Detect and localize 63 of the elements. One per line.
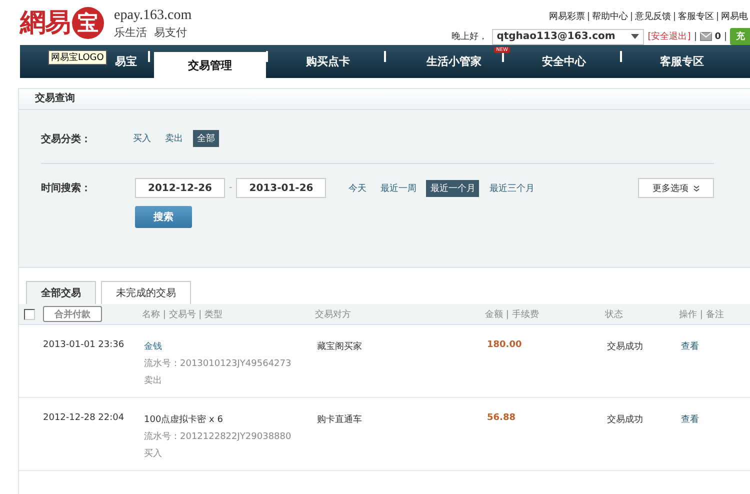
- nav-tab[interactable]: 客服专区: [626, 45, 738, 78]
- category-option[interactable]: 卖出: [161, 130, 187, 147]
- nav-tab[interactable]: 生活小管家: [418, 45, 490, 78]
- date-preset[interactable]: 今天: [344, 180, 370, 196]
- column-header: 交易对方: [315, 310, 351, 320]
- trade-type: 卖出: [144, 374, 163, 387]
- amount: 180.00: [487, 340, 522, 350]
- logo-wordmark: 網易: [20, 7, 70, 39]
- column-header: 操作 | 备注: [679, 310, 724, 320]
- category-option[interactable]: 买入: [129, 130, 155, 147]
- slogan: 乐生活 易支付: [114, 25, 188, 40]
- nav-tab[interactable]: 购买点卡: [272, 45, 384, 78]
- account-dropdown[interactable]: qtghao113@163.com: [492, 28, 644, 44]
- more-options-button[interactable]: 更多选项: [638, 178, 714, 198]
- nav-tab[interactable]: 易宝: [104, 45, 148, 78]
- date-preset[interactable]: 最近一周: [376, 180, 420, 196]
- status: 交易成功: [607, 342, 643, 352]
- serial-number: 流水号：2012122822JY29038880: [144, 430, 292, 443]
- site-domain: epay.163.com: [114, 8, 192, 24]
- view-link[interactable]: 查看: [681, 413, 699, 426]
- greeting: 晚上好，: [452, 30, 488, 43]
- category-option[interactable]: 全部: [193, 130, 219, 147]
- field-label: 时间搜索：: [41, 182, 92, 195]
- view-link[interactable]: 查看: [681, 340, 699, 353]
- mail-icon: [700, 32, 712, 41]
- chevron-icon: [692, 184, 700, 192]
- status: 交易成功: [607, 415, 643, 425]
- item-name[interactable]: 金钱: [144, 340, 317, 353]
- date-preset[interactable]: 最近三个月: [485, 180, 538, 196]
- top-link[interactable]: 网易彩票: [549, 10, 585, 23]
- date-field[interactable]: 2012-12-26: [135, 178, 225, 198]
- date-field[interactable]: 2013-01-26: [236, 178, 326, 198]
- field-label: 交易分类：: [41, 132, 92, 146]
- top-link[interactable]: 客服专区: [678, 10, 714, 23]
- item-name: 100点虚拟卡密 x 6: [144, 414, 224, 426]
- top-link[interactable]: 帮助中心: [592, 10, 628, 23]
- checkbox[interactable]: [24, 308, 35, 320]
- caret-icon: [630, 34, 639, 39]
- logout-link[interactable]: [安全退出]: [648, 30, 691, 43]
- serial-number: 流水号：2013010123JY49564273: [144, 358, 292, 370]
- nav-tab[interactable]: 安全中心: [508, 45, 620, 78]
- nav-tab[interactable]: 交易管理: [154, 52, 266, 78]
- panel-title: 交易查询: [19, 89, 750, 110]
- tooltip: 网易宝LOGO: [48, 50, 107, 65]
- column-header: 金额 | 手续费: [485, 310, 539, 320]
- table-cell-text: 2013-01-01 23:36: [42, 340, 126, 350]
- table-cell: 藏宝阁买家: [317, 342, 362, 352]
- top-link[interactable]: 网易电: [721, 10, 748, 23]
- merge-pay-button[interactable]: 合并付款: [43, 306, 102, 322]
- tab[interactable]: 全部交易: [26, 281, 96, 304]
- column-header: 状态: [605, 310, 623, 320]
- tab[interactable]: 未完成的交易: [101, 281, 191, 304]
- date-preset[interactable]: 最近一个月: [426, 180, 480, 196]
- messages-link[interactable]: 0: [700, 32, 721, 42]
- amount: 56.88: [487, 413, 516, 423]
- date-separator: -: [229, 183, 232, 193]
- table-cell: 购卡直通车: [317, 415, 362, 425]
- trade-type: 买入: [144, 448, 163, 460]
- table-cell-text: 2012-12-28 22:04: [42, 413, 126, 423]
- logo-badge: 宝: [72, 7, 104, 39]
- top-link[interactable]: 意见反馈: [635, 10, 671, 23]
- column-header: 名称 | 交易号 | 类型: [142, 310, 223, 320]
- search-button[interactable]: 搜索: [135, 206, 192, 228]
